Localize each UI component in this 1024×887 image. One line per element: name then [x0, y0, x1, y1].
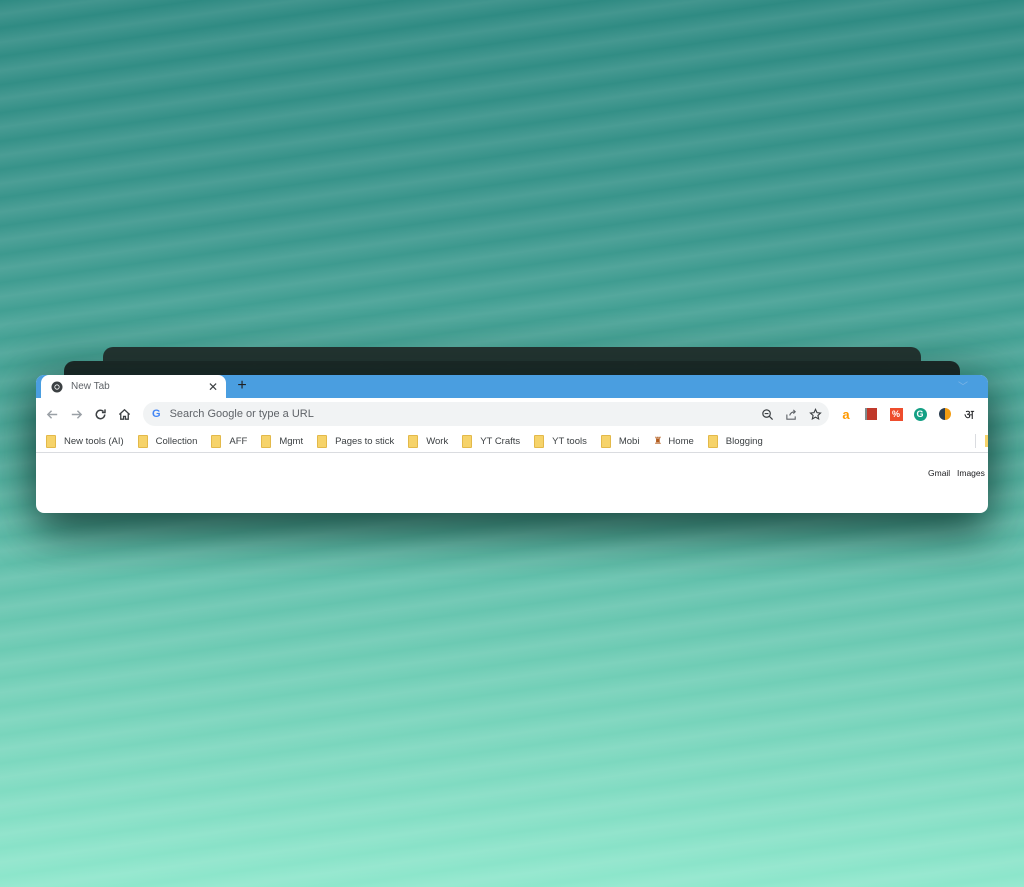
- bookmark-item[interactable]: Pages to stick: [317, 434, 394, 448]
- browser-window: New Tab ✕ + ﹀ G Search Google or type a …: [36, 375, 988, 513]
- tab-new-tab[interactable]: New Tab ✕: [41, 375, 226, 398]
- close-icon[interactable]: ✕: [206, 380, 220, 394]
- home-icon: [118, 408, 130, 420]
- tab-title: New Tab: [71, 381, 110, 392]
- folder-icon: [211, 434, 222, 448]
- bookmark-item[interactable]: New tools (AI): [46, 434, 124, 448]
- zoom-out-icon[interactable]: [755, 402, 779, 426]
- bookmark-item[interactable]: Collection: [137, 434, 197, 448]
- new-tab-page: Gmail Images: [36, 453, 988, 513]
- back-button[interactable]: [40, 402, 64, 426]
- folder-icon: [261, 434, 272, 448]
- home-emblem-icon: ♜: [653, 435, 663, 447]
- bookmark-item[interactable]: Mobi: [600, 434, 639, 448]
- bookmarks-separator: [975, 434, 976, 448]
- bookmark-item[interactable]: Work: [408, 434, 448, 448]
- bookmark-item[interactable]: Mgmt: [261, 434, 303, 448]
- toolbar: G a % G अ: [36, 398, 988, 430]
- forward-button[interactable]: [64, 402, 88, 426]
- bookmark-item[interactable]: YT Crafts: [462, 434, 520, 448]
- star-icon[interactable]: [803, 402, 827, 426]
- other-bookmarks-folder-icon[interactable]: [985, 435, 988, 447]
- bookmark-item[interactable]: YT tools: [534, 434, 587, 448]
- reload-button[interactable]: [88, 402, 112, 426]
- bookmark-item[interactable]: AFF: [211, 434, 247, 448]
- forward-arrow-icon: [71, 409, 82, 419]
- folder-icon: [534, 434, 545, 448]
- home-button[interactable]: [112, 402, 136, 426]
- folder-icon: [600, 434, 611, 448]
- gmail-link[interactable]: Gmail: [928, 468, 950, 478]
- grammarly-extension-icon[interactable]: G: [912, 406, 928, 422]
- amazon-extension-icon[interactable]: a: [838, 406, 854, 422]
- google-icon: G: [152, 408, 161, 420]
- folder-icon: [317, 434, 328, 448]
- bookmark-item[interactable]: ♜ Home: [653, 436, 693, 447]
- bookmark-item[interactable]: Blogging: [707, 434, 763, 448]
- chevron-down-icon[interactable]: ﹀: [958, 378, 968, 393]
- omnibox[interactable]: G: [143, 402, 829, 426]
- folder-icon: [137, 434, 148, 448]
- chrome-icon: [51, 381, 63, 392]
- plus-icon[interactable]: +: [233, 377, 251, 395]
- folder-icon: [707, 434, 718, 448]
- images-link[interactable]: Images: [957, 468, 985, 478]
- half-circle-extension-icon[interactable]: [937, 406, 953, 422]
- share-icon[interactable]: [779, 402, 803, 426]
- percent-extension-icon[interactable]: %: [888, 406, 904, 422]
- bookmarks-bar: New tools (AI) Collection AFF Mgmt Pages…: [36, 430, 988, 453]
- folder-icon: [408, 434, 419, 448]
- hindi-extension-icon[interactable]: अ: [961, 406, 977, 422]
- reload-icon: [95, 408, 106, 419]
- folder-icon: [462, 434, 473, 448]
- tab-strip: New Tab ✕ + ﹀: [36, 375, 988, 398]
- back-arrow-icon: [46, 409, 57, 419]
- omnibox-input[interactable]: [167, 407, 755, 421]
- folder-icon: [46, 434, 56, 448]
- book-extension-icon[interactable]: [863, 406, 879, 422]
